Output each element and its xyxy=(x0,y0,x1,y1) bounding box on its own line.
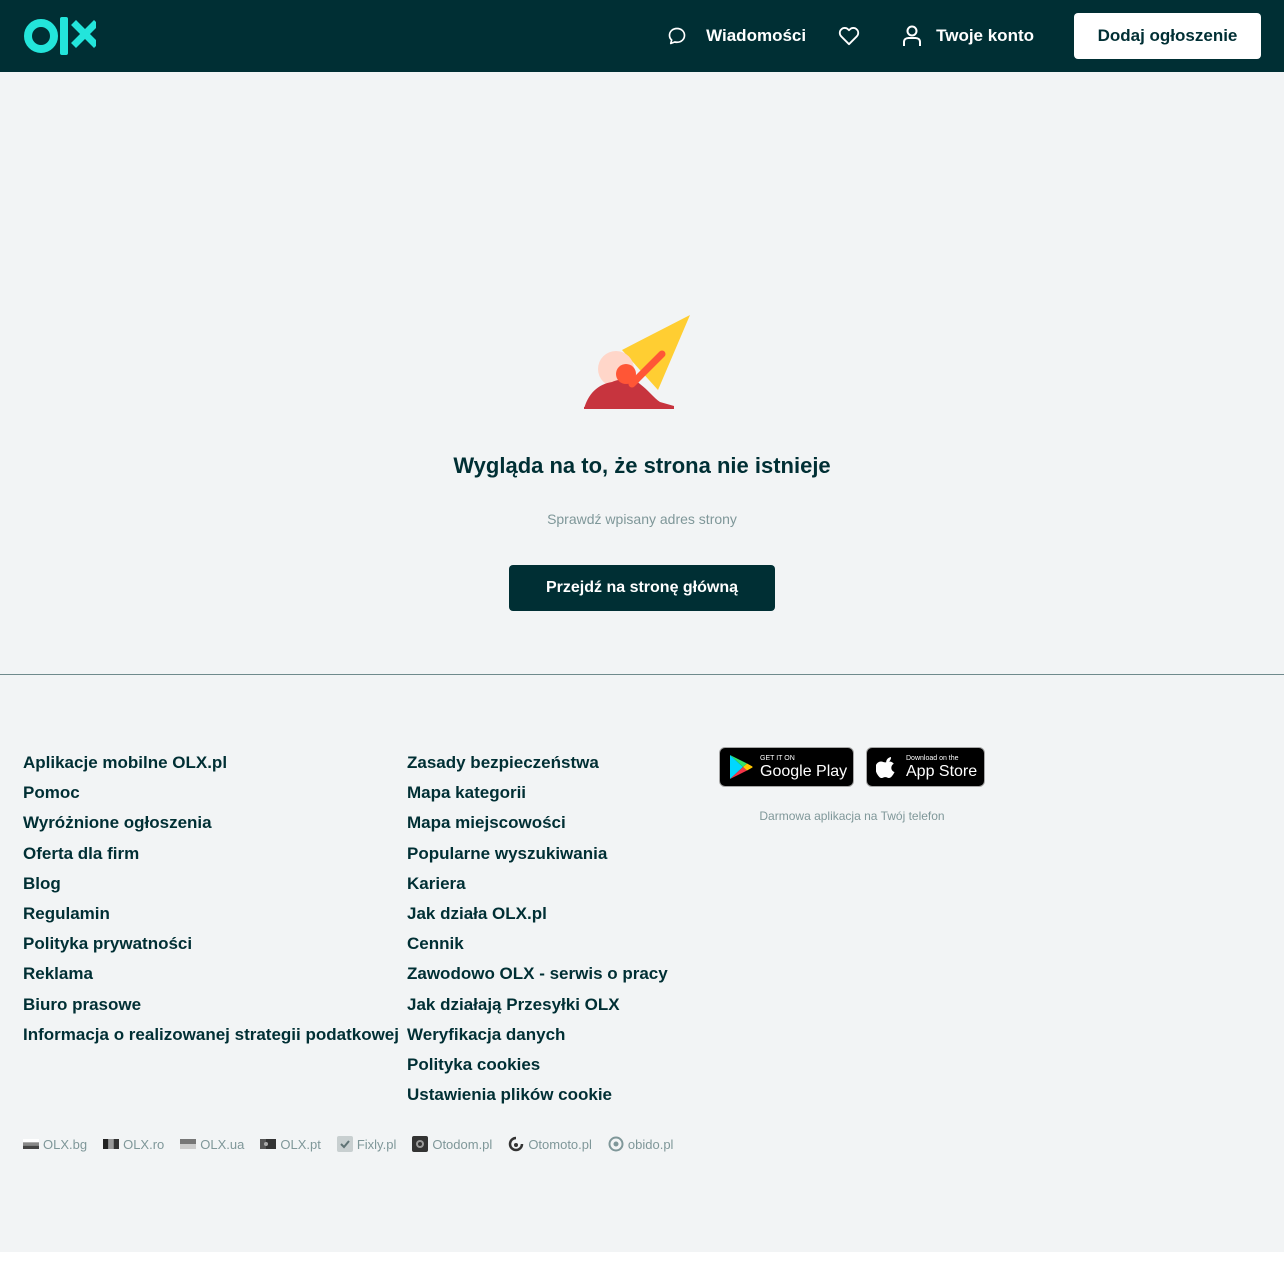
otomoto-icon xyxy=(508,1136,524,1152)
mobile-apps: GET IT ON Google Play Download on the Ap… xyxy=(719,747,985,823)
site-link-otomoto[interactable]: Otomoto.pl xyxy=(508,1136,592,1152)
site-link-olx-ua[interactable]: OLX.ua xyxy=(180,1136,244,1152)
footer-link[interactable]: Regulamin xyxy=(23,902,399,932)
footer-link[interactable]: Informacja o realizowanej strategii poda… xyxy=(23,1023,399,1053)
footer-link[interactable]: Kariera xyxy=(407,872,668,902)
site-link-olx-ro[interactable]: OLX.ro xyxy=(103,1136,164,1152)
account-link[interactable]: Twoje konto xyxy=(902,25,1034,47)
romania-flag-icon xyxy=(103,1136,120,1152)
otodom-icon xyxy=(412,1136,429,1152)
olx-logo[interactable] xyxy=(24,17,96,55)
footer-links-column-2: Zasady bezpieczeństwa Mapa kategorii Map… xyxy=(407,751,668,1113)
page: Wiadomości Twoje konto Dodaj ogłoszenie xyxy=(0,0,1284,1252)
olx-logo-icon xyxy=(24,17,96,55)
messages-link[interactable]: Wiadomości xyxy=(667,26,806,46)
site-link-label: OLX.ua xyxy=(200,1136,245,1152)
footer-link[interactable]: Blog xyxy=(23,872,399,902)
footer-link[interactable]: Zasady bezpieczeństwa xyxy=(407,751,668,781)
footer-links-column-1: Aplikacje mobilne OLX.pl Pomoc Wyróżnion… xyxy=(23,751,399,1053)
footer-link[interactable]: Aplikacje mobilne OLX.pl xyxy=(23,751,399,781)
bulgaria-flag-icon xyxy=(23,1136,39,1152)
footer-link[interactable]: Jak działa OLX.pl xyxy=(407,902,668,932)
top-navbar: Wiadomości Twoje konto Dodaj ogłoszenie xyxy=(0,0,1284,72)
footer-link[interactable]: Popularne wyszukiwania xyxy=(407,842,668,872)
footer-divider xyxy=(0,674,1284,675)
google-play-big-text: Google Play xyxy=(760,762,848,780)
footer-link[interactable]: Mapa kategorii xyxy=(407,781,668,811)
footer-link[interactable]: Oferta dla firm xyxy=(23,842,399,872)
chat-bubble-icon xyxy=(668,27,686,45)
footer-link[interactable]: Weryfikacja danych xyxy=(407,1023,668,1053)
footer-link[interactable]: Reklama xyxy=(23,962,399,992)
footer-link[interactable]: Cennik xyxy=(407,932,668,962)
error-subtitle: Sprawdź wpisany adres strony xyxy=(547,511,737,527)
footer-link[interactable]: Mapa miejscowości xyxy=(407,811,668,841)
page-title: Wygląda na to, że strona nie istnieje xyxy=(453,453,831,478)
footer-link[interactable]: Biuro prasowe xyxy=(23,993,399,1023)
ukraine-flag-icon xyxy=(180,1136,197,1152)
google-play-icon xyxy=(730,755,753,779)
site-link-label: Otomoto.pl xyxy=(528,1136,592,1152)
site-link-label: OLX.bg xyxy=(43,1136,88,1152)
footer-link[interactable]: Polityka prywatności xyxy=(23,932,399,962)
footer-link[interactable]: Jak działają Przesyłki OLX xyxy=(407,993,668,1023)
site-link-olx-pt[interactable]: OLX.pt xyxy=(260,1136,321,1152)
site-link-fixly[interactable]: Fixly.pl xyxy=(336,1136,397,1152)
site-link-label: OLX.ro xyxy=(123,1136,165,1152)
messages-label: Wiadomości xyxy=(706,26,807,45)
footer-link[interactable]: Wyróżnione ogłoszenia xyxy=(23,811,399,841)
dropped-ice-cream-illustration xyxy=(584,315,690,409)
app-store-badge[interactable]: Download on the App Store xyxy=(866,747,985,787)
partner-sites: OLX.bg OLX.ro OLX.ua OLX.pt Fixly.pl Oto… xyxy=(23,1136,689,1152)
obido-icon xyxy=(608,1136,624,1152)
site-link-obido[interactable]: obido.pl xyxy=(608,1136,674,1152)
site-link-olx-bg[interactable]: OLX.bg xyxy=(23,1136,87,1152)
site-link-label: Fixly.pl xyxy=(356,1136,397,1152)
app-store-big-text: App Store xyxy=(906,762,978,780)
header-nav: Wiadomości Twoje konto Dodaj ogłoszenie xyxy=(667,0,1261,72)
footer-link[interactable]: Ustawienia plików cookie xyxy=(407,1083,668,1113)
portugal-flag-icon xyxy=(260,1136,277,1152)
account-label: Twoje konto xyxy=(936,26,1034,45)
site-link-label: OLX.pt xyxy=(280,1136,321,1152)
add-listing-button[interactable]: Dodaj ogłoszenie xyxy=(1074,13,1261,59)
apps-caption: Darmowa aplikacja na Twój telefon xyxy=(759,809,945,823)
fixly-icon xyxy=(336,1136,353,1152)
user-icon xyxy=(903,25,922,46)
site-link-otodom[interactable]: Otodom.pl xyxy=(412,1136,492,1152)
site-link-label: obido.pl xyxy=(627,1136,674,1152)
error-section: Wygląda na to, że strona nie istnieje Sp… xyxy=(0,72,1284,674)
footer-link[interactable]: Pomoc xyxy=(23,781,399,811)
google-play-small-text: GET IT ON xyxy=(760,754,795,762)
go-home-button[interactable]: Przejdź na stronę główną xyxy=(509,565,775,611)
footer-link[interactable]: Zawodowo OLX - serwis o pracy xyxy=(407,962,668,992)
site-link-label: Otodom.pl xyxy=(432,1136,493,1152)
heart-icon xyxy=(838,27,860,46)
favorites-button[interactable] xyxy=(838,26,860,46)
app-store-small-text: Download on the xyxy=(906,754,959,762)
footer-link[interactable]: Polityka cookies xyxy=(407,1053,668,1083)
google-play-badge[interactable]: GET IT ON Google Play xyxy=(719,747,854,787)
apple-icon xyxy=(876,757,895,778)
